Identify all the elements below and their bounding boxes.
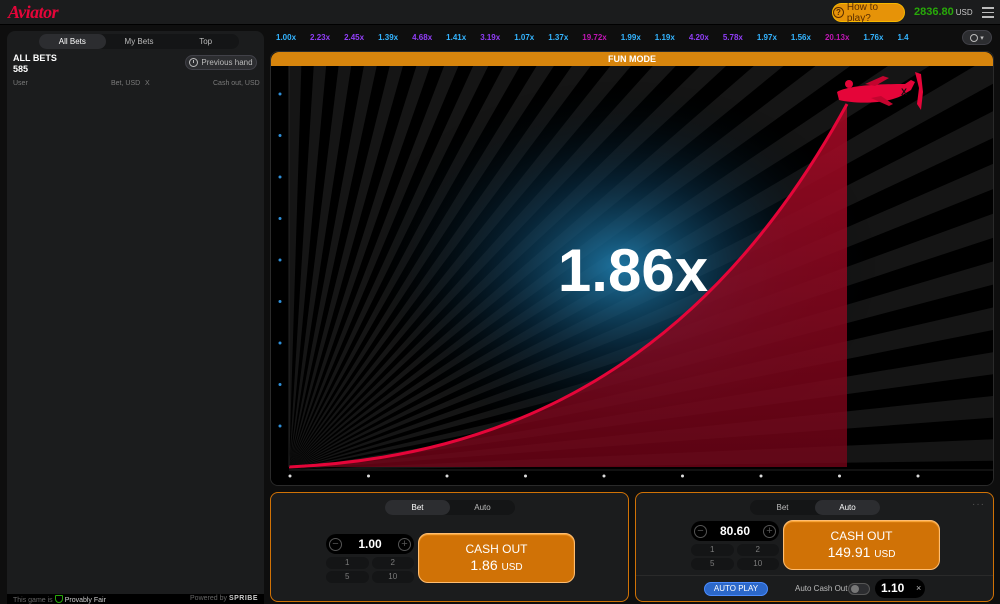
- cash-out-label: CASH OUT: [465, 542, 528, 556]
- all-bets-title: ALL BETS: [13, 53, 57, 63]
- shield-icon: [54, 595, 63, 603]
- payout-chip[interactable]: 3.19x: [474, 30, 506, 45]
- quick-bet-buttons: 1 2 5 10: [326, 557, 414, 583]
- svg-text:X: X: [901, 87, 907, 97]
- chevron-down-icon: ▾: [980, 34, 984, 42]
- quick-bet-5[interactable]: 5: [691, 558, 734, 570]
- bet-panel-1-tabs: Bet Auto: [385, 500, 515, 515]
- column-x: X: [145, 80, 150, 87]
- left-footer: This game is Provably Fair Powered by SPR…: [7, 594, 264, 604]
- cash-out-amount: 1.86: [470, 557, 498, 573]
- previous-hand-label: Previous hand: [201, 58, 253, 67]
- bet-panel-2: ··· Bet Auto − 80.60 + 1 2 5 10 CASH OUT…: [635, 492, 994, 602]
- column-bet: Bet, USD: [111, 80, 141, 87]
- quick-bet-2[interactable]: 2: [371, 557, 414, 569]
- spribe-logo: SPRIBE: [228, 595, 258, 602]
- provably-fair-label: Provably Fair: [64, 597, 106, 604]
- payout-chip[interactable]: 1.4: [891, 30, 914, 45]
- bet-panel-1: Bet Auto − 1.00 + 1 2 5 10 CASH OUT 1.86…: [270, 492, 629, 602]
- payout-history: 1.00x 2.23x 2.45x 1.39x 4.68x 1.41x 3.19x 1.07x…: [270, 28, 995, 47]
- aviator-logo: Aviator: [8, 2, 59, 22]
- payout-chip[interactable]: 1.99x: [615, 30, 647, 45]
- quick-bet-10[interactable]: 10: [371, 571, 414, 583]
- quick-bet-5[interactable]: 5: [326, 571, 369, 583]
- payout-chip[interactable]: 1.07x: [508, 30, 540, 45]
- quick-bet-1[interactable]: 1: [691, 544, 734, 556]
- tab-auto[interactable]: Auto: [815, 500, 880, 515]
- history-icon: [970, 33, 979, 42]
- tab-bet[interactable]: Bet: [385, 500, 450, 515]
- auto-cash-out-toggle[interactable]: [848, 583, 870, 595]
- cash-out-amount: 149.91: [827, 544, 871, 560]
- powered-by: Powered by SPRIBE: [190, 595, 258, 602]
- payout-chip[interactable]: 1.97x: [751, 30, 783, 45]
- bet-amount-value[interactable]: 80.60: [720, 524, 750, 538]
- bets-tabs: All Bets My Bets Top: [39, 34, 239, 49]
- tab-bet[interactable]: Bet: [750, 500, 815, 515]
- question-icon: ?: [833, 7, 844, 18]
- payout-chip[interactable]: 1.19x: [649, 30, 681, 45]
- payout-chip[interactable]: 5.78x: [717, 30, 749, 45]
- fun-mode-banner: FUN MODE: [271, 52, 993, 66]
- how-to-play-button[interactable]: ? How to play?: [832, 1, 905, 24]
- game-canvas: FUN MODE X 1.86x: [270, 51, 994, 486]
- payout-chip[interactable]: 4.20x: [683, 30, 715, 45]
- quick-bet-10[interactable]: 10: [736, 558, 779, 570]
- tab-all-bets[interactable]: All Bets: [39, 34, 106, 49]
- bet-amount-stepper[interactable]: − 80.60 +: [691, 521, 779, 541]
- tab-my-bets[interactable]: My Bets: [106, 34, 173, 49]
- cash-out-button[interactable]: CASH OUT 149.91 USD: [783, 520, 940, 570]
- quick-bet-buttons: 1 2 5 10: [691, 544, 779, 570]
- bet-amount-stepper[interactable]: − 1.00 +: [326, 534, 414, 554]
- quick-bet-1[interactable]: 1: [326, 557, 369, 569]
- powered-by-prefix: Powered by: [190, 595, 227, 602]
- payout-chip[interactable]: 1.39x: [372, 30, 404, 45]
- increase-bet-button[interactable]: +: [397, 537, 411, 551]
- balance-currency: USD: [955, 8, 973, 17]
- clear-icon[interactable]: ×: [916, 583, 921, 593]
- column-cashout: Cash out, USD: [213, 80, 260, 87]
- payout-chip[interactable]: 2.45x: [338, 30, 370, 45]
- cash-out-button[interactable]: CASH OUT 1.86 USD: [418, 533, 575, 583]
- cash-out-currency: USD: [874, 549, 896, 560]
- payout-chip[interactable]: 19.72x: [576, 30, 612, 45]
- auto-play-button[interactable]: AUTO PLAY: [704, 582, 768, 596]
- how-to-play-label: How to play?: [846, 1, 879, 24]
- current-multiplier: 1.86x: [557, 237, 709, 304]
- bets-panel: All Bets My Bets Top ALL BETS 585 Previo…: [7, 31, 264, 604]
- auto-cash-out-label: Auto Cash Out: [795, 584, 848, 593]
- payout-chip[interactable]: 1.56x: [785, 30, 817, 45]
- provably-fair-prefix: This game is: [13, 597, 53, 604]
- bet-panel-2-tabs: Bet Auto: [750, 500, 880, 515]
- tab-top[interactable]: Top: [172, 34, 239, 49]
- history-icon: [189, 58, 199, 67]
- auto-row: AUTO PLAY Auto Cash Out 1.10 ×: [636, 575, 993, 602]
- tab-auto[interactable]: Auto: [450, 500, 515, 515]
- payout-chip[interactable]: 20.13x: [819, 30, 855, 45]
- hamburger-menu-icon[interactable]: [982, 7, 994, 21]
- payout-chip[interactable]: 1.41x: [440, 30, 472, 45]
- provably-fair[interactable]: This game is Provably Fair: [13, 595, 106, 604]
- payout-chip[interactable]: 4.68x: [406, 30, 438, 45]
- bet-amount-value[interactable]: 1.00: [358, 537, 381, 551]
- decrease-bet-button[interactable]: −: [329, 537, 342, 551]
- cash-out-label: CASH OUT: [830, 529, 893, 543]
- balance: 2836.80 USD: [914, 6, 973, 18]
- more-options-icon[interactable]: ···: [972, 499, 985, 510]
- column-user: User: [13, 80, 28, 87]
- payout-chip[interactable]: 1.76x: [857, 30, 889, 45]
- payout-chip[interactable]: 1.37x: [542, 30, 574, 45]
- cash-out-currency: USD: [501, 562, 523, 573]
- history-toggle-button[interactable]: ▾: [962, 30, 992, 45]
- top-bar: Aviator ? How to play? 2836.80 USD: [0, 0, 1000, 25]
- quick-bet-2[interactable]: 2: [736, 544, 779, 556]
- previous-hand-button[interactable]: Previous hand: [185, 55, 257, 70]
- balance-amount: 2836.80: [914, 6, 954, 18]
- payout-chip[interactable]: 2.23x: [304, 30, 336, 45]
- payout-chip[interactable]: 1.00x: [270, 30, 302, 45]
- decrease-bet-button[interactable]: −: [694, 524, 707, 538]
- increase-bet-button[interactable]: +: [763, 524, 776, 538]
- all-bets-count: 585: [13, 64, 29, 74]
